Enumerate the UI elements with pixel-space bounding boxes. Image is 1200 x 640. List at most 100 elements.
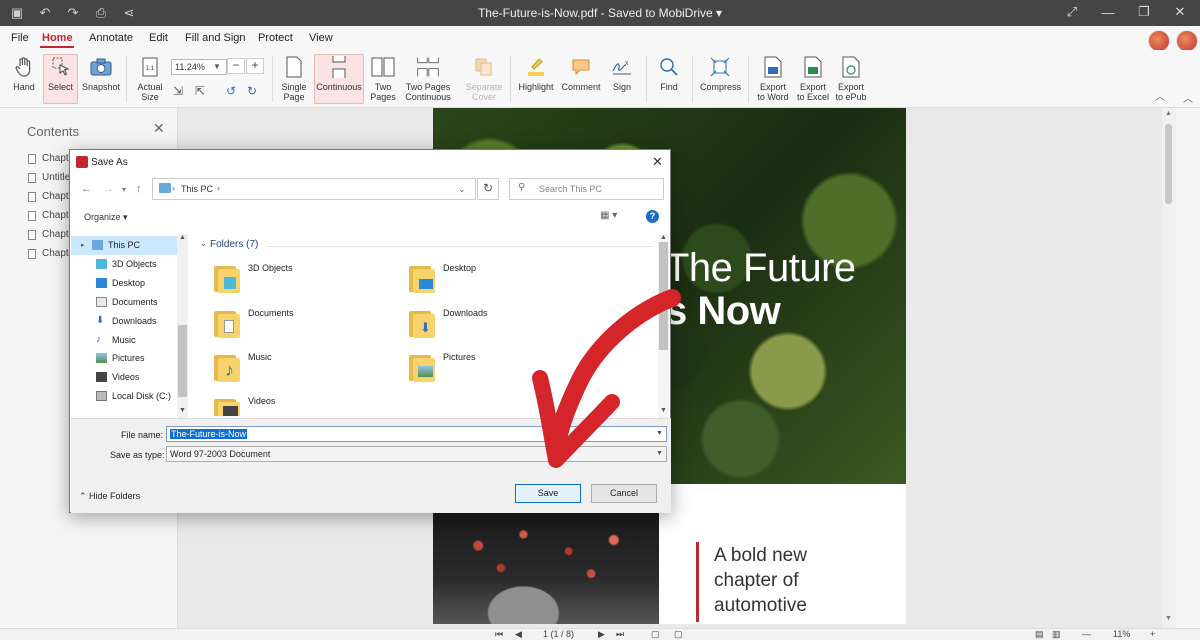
nav-scrollbar-thumb[interactable]: [178, 325, 187, 397]
files-scrollbar-thumb[interactable]: [659, 242, 668, 350]
nav-item-videos[interactable]: Videos: [96, 372, 139, 382]
toc-item[interactable]: Chapte: [28, 210, 74, 221]
nav-item-this-pc[interactable]: This PC: [92, 240, 140, 250]
up-arrow-icon[interactable]: ↑: [136, 183, 142, 195]
page-indicator[interactable]: 1 (1 / 8): [543, 629, 574, 639]
menu-annotate[interactable]: Annotate: [89, 32, 133, 44]
fit-width-icon[interactable]: ⇲: [173, 84, 183, 98]
organize-menu[interactable]: Organize ▾: [84, 212, 128, 223]
nav-scroll-down-icon[interactable]: ▼: [179, 407, 186, 414]
two-pages-continuous-button[interactable]: Two Pages Continuous: [405, 55, 451, 102]
prev-page-icon[interactable]: ◀: [515, 629, 522, 640]
help-icon[interactable]: ?: [646, 210, 659, 223]
recent-locations-icon[interactable]: ▾: [122, 185, 126, 194]
separate-cover-button[interactable]: Separate Cover: [464, 55, 504, 102]
comment-button[interactable]: Comment: [561, 55, 601, 92]
nav-item-music[interactable]: ♪ Music: [96, 335, 136, 346]
nav-item-3d-objects[interactable]: 3D Objects: [96, 259, 157, 269]
zoom-dropdown-icon[interactable]: ▼: [213, 62, 221, 71]
file-name-value[interactable]: The-Future-is-Now: [170, 429, 248, 439]
folder-documents[interactable]: Documents: [214, 308, 294, 338]
toc-item[interactable]: Chapte: [28, 248, 74, 259]
folder-downloads[interactable]: ⬇ Downloads: [409, 308, 488, 338]
close-icon[interactable]: ✕: [1166, 3, 1194, 21]
zoom-in-button[interactable]: +: [246, 58, 264, 74]
menu-edit[interactable]: Edit: [149, 32, 168, 44]
menu-protect[interactable]: Protect: [258, 32, 293, 44]
first-page-icon[interactable]: ⏮: [495, 629, 503, 640]
save-as-type-dropdown-icon[interactable]: ▼: [656, 450, 663, 457]
hand-button[interactable]: Hand: [11, 55, 37, 92]
back-arrow-icon[interactable]: ←: [81, 183, 92, 195]
avatar[interactable]: [1148, 30, 1170, 52]
menu-fill-and-sign[interactable]: Fill and Sign: [185, 32, 246, 44]
nav-item-desktop[interactable]: Desktop: [96, 278, 145, 288]
nav-item-downloads[interactable]: ⬇ Downloads: [96, 316, 157, 327]
next-page-icon[interactable]: ▶: [598, 629, 605, 640]
reading-view-icon[interactable]: ▥: [1052, 629, 1061, 640]
files-scroll-up-icon[interactable]: ▲: [660, 234, 667, 241]
actual-size-button[interactable]: 1:1 Actual Size: [135, 55, 165, 102]
breadcrumb-chevron-icon[interactable]: ›: [217, 183, 220, 193]
dialog-close-icon[interactable]: ✕: [652, 154, 663, 170]
folders-group-header[interactable]: Folders (7): [210, 239, 258, 250]
snapshot-button[interactable]: Snapshot: [82, 55, 120, 92]
sign-button[interactable]: x Sign: [608, 55, 636, 92]
folder-3d-objects[interactable]: 3D Objects: [214, 263, 293, 293]
nav-item-local-disk[interactable]: Local Disk (C:): [96, 391, 171, 401]
two-pages-button[interactable]: Two Pages: [368, 55, 398, 102]
select-button[interactable]: Select: [43, 54, 78, 104]
export-to-excel-button[interactable]: Export to Excel: [795, 55, 831, 102]
refresh-button[interactable]: ↻: [477, 178, 499, 200]
folder-music[interactable]: ♪ Music: [214, 352, 272, 382]
collapse-ribbon-icon[interactable]: ︿: [1155, 88, 1165, 103]
toc-item[interactable]: Chapte: [28, 191, 74, 202]
file-name-dropdown-icon[interactable]: ▼: [656, 430, 663, 437]
folder-desktop[interactable]: Desktop: [409, 263, 476, 293]
page-view-icon[interactable]: ▢: [651, 629, 660, 640]
avatar-secondary[interactable]: [1176, 30, 1198, 52]
maximize-icon[interactable]: ❐: [1130, 3, 1158, 21]
zoom-out-button[interactable]: −: [227, 58, 245, 74]
compress-button[interactable]: Compress: [700, 55, 741, 92]
fullscreen-icon[interactable]: ⤢: [1058, 3, 1086, 21]
forward-arrow-icon[interactable]: →: [103, 183, 114, 195]
find-button[interactable]: Find: [655, 55, 683, 92]
zoom-out-icon[interactable]: —: [1082, 629, 1091, 639]
hide-folders-toggle[interactable]: ⌃ Hide Folders: [79, 491, 140, 502]
rotate-left-icon[interactable]: ↺: [226, 84, 236, 98]
scroll-up-icon[interactable]: ▲: [1165, 110, 1172, 117]
toc-item[interactable]: Chapte: [28, 229, 74, 240]
cancel-button[interactable]: Cancel: [591, 484, 657, 503]
export-to-word-button[interactable]: Export to Word: [755, 55, 791, 102]
folder-pictures[interactable]: Pictures: [409, 352, 476, 382]
highlight-button[interactable]: Highlight: [517, 55, 555, 92]
fit-page-icon[interactable]: ⇱: [195, 84, 205, 98]
single-page-button[interactable]: Single Page: [280, 55, 308, 102]
address-dropdown-icon[interactable]: ⌄: [458, 184, 466, 195]
menu-file[interactable]: File: [11, 32, 29, 44]
continuous-button[interactable]: Continuous: [314, 54, 364, 104]
export-to-epub-button[interactable]: Export to ePub: [834, 55, 868, 102]
expand-chevron-icon[interactable]: ▸: [81, 241, 85, 249]
group-collapse-icon[interactable]: ⌄: [200, 239, 207, 248]
last-page-icon[interactable]: ⏭: [616, 629, 624, 640]
scrollbar-thumb[interactable]: [1165, 124, 1172, 204]
page-add-icon[interactable]: ▢: [674, 629, 683, 640]
zoom-in-icon[interactable]: +: [1150, 629, 1155, 639]
rotate-right-icon[interactable]: ↻: [247, 84, 257, 98]
window-title[interactable]: The-Future-is-Now.pdf - Saved to MobiDri…: [0, 6, 1200, 20]
nav-item-pictures[interactable]: Pictures: [96, 353, 145, 363]
scroll-down-icon[interactable]: ▼: [1165, 615, 1172, 622]
save-button[interactable]: Save: [515, 484, 581, 503]
nav-scroll-up-icon[interactable]: ▲: [179, 234, 186, 241]
minimize-icon[interactable]: —: [1094, 3, 1122, 21]
expand-panel-icon[interactable]: ︿: [1183, 90, 1193, 105]
folder-videos[interactable]: Videos: [214, 396, 275, 416]
toc-item[interactable]: Untitle: [28, 172, 70, 183]
change-view-icon[interactable]: ▦ ▾: [600, 210, 617, 221]
nav-item-documents[interactable]: Documents: [96, 297, 158, 307]
menu-view[interactable]: View: [309, 32, 333, 44]
close-contents-icon[interactable]: ✕: [153, 120, 165, 137]
files-scroll-down-icon[interactable]: ▼: [660, 407, 667, 414]
